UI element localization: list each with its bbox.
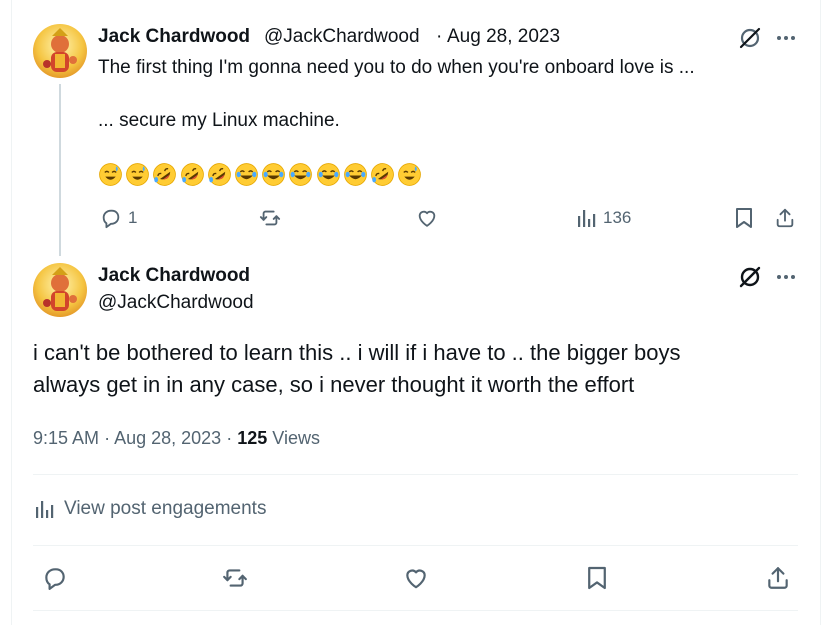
view-engagements-link[interactable]: View post engagements [33, 498, 266, 520]
reply-count: 1 [128, 208, 138, 227]
thread-line [59, 84, 61, 256]
reply-icon[interactable] [98, 205, 124, 231]
analytics-icon [33, 498, 55, 520]
tweet-text-line: The first thing I'm gonna need you to do… [98, 57, 695, 78]
tweet-text-line: always get in in any case, so i never th… [33, 372, 635, 397]
share-icon[interactable] [763, 563, 793, 593]
handle[interactable]: @JackChardwood [98, 292, 254, 314]
tweet-time[interactable]: 9:15 AM [33, 428, 99, 448]
divider [33, 545, 798, 546]
avatar[interactable] [33, 263, 87, 317]
joy-emoji [343, 163, 367, 186]
grok-icon[interactable] [736, 263, 764, 291]
grok-icon[interactable] [736, 24, 764, 52]
joy-emoji [235, 163, 258, 186]
tweet-text-line: ... secure my Linux machine. [98, 110, 340, 131]
tweet-meta: 9:15 AM · Aug 28, 2023 · 125 Views [33, 428, 320, 449]
views-label: Views [272, 428, 320, 448]
share-icon[interactable] [772, 205, 798, 231]
like-icon[interactable] [401, 563, 431, 593]
more-icon[interactable] [772, 263, 800, 291]
display-name[interactable]: Jack Chardwood [98, 26, 250, 48]
display-name[interactable]: Jack Chardwood [98, 265, 250, 287]
joy-emoji [289, 163, 313, 186]
rofl-emoji [180, 163, 204, 186]
view-count: 136 [603, 208, 632, 227]
retweet-icon[interactable] [257, 205, 283, 231]
sweat-smile-emoji [398, 163, 422, 186]
retweet-icon[interactable] [219, 563, 251, 593]
views-count: 125 [237, 428, 268, 448]
meta-separator: · [104, 428, 111, 448]
bookmark-icon[interactable] [582, 563, 612, 593]
sweat-smile-emoji [99, 163, 122, 186]
rofl-emoji [207, 163, 231, 186]
bookmark-icon[interactable] [731, 205, 757, 231]
rofl-emoji [153, 163, 177, 186]
engagements-label: View post engagements [64, 498, 267, 519]
meta-separator: · [226, 428, 233, 448]
handle[interactable]: @JackChardwood [264, 26, 420, 48]
avatar[interactable] [33, 24, 87, 78]
analytics-icon[interactable] [574, 206, 598, 230]
divider [33, 474, 798, 475]
tweet-date[interactable]: Aug 28, 2023 [447, 26, 560, 48]
rofl-emoji [371, 163, 394, 186]
divider [33, 610, 798, 611]
tweet-date[interactable]: Aug 28, 2023 [114, 428, 221, 448]
reply-icon[interactable] [40, 563, 70, 593]
joy-emoji [262, 163, 286, 186]
sweat-smile-emoji [126, 163, 150, 186]
tweet-text-line: i can't be bothered to learn this .. i w… [33, 340, 681, 365]
date-separator: · [436, 26, 443, 47]
like-icon[interactable] [414, 205, 440, 231]
more-icon[interactable] [772, 24, 800, 52]
joy-emoji [316, 163, 340, 186]
